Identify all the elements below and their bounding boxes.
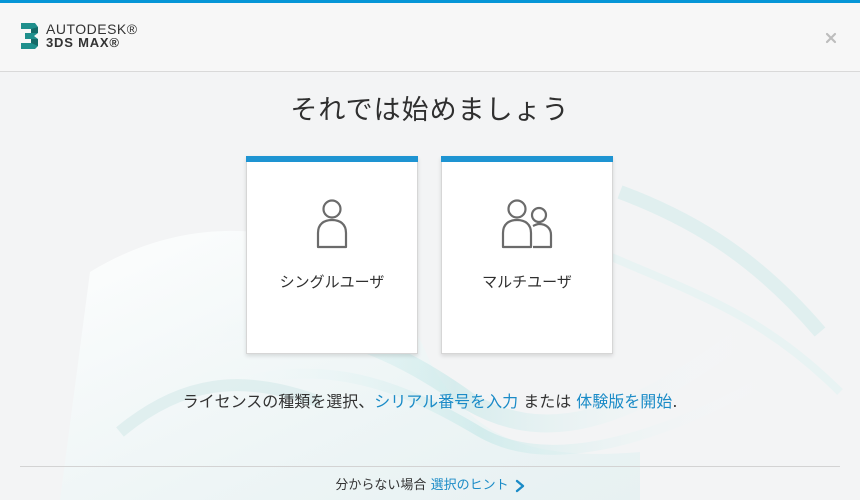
enter-serial-link[interactable]: シリアル番号を入力 [374,392,518,411]
page-title: それでは始めましょう [290,95,570,126]
single-user-icon [316,199,348,249]
selection-hint-link[interactable]: 選択のヒント [431,478,509,493]
close-icon[interactable] [824,31,838,45]
multi-user-label: マルチユーザ [482,273,572,291]
license-instructions: ライセンスの種類を選択、シリアル番号を入力 または 体験版を開始. [0,388,860,412]
start-trial-link[interactable]: 体験版を開始 [576,392,672,411]
multi-user-icon [501,199,553,249]
brand-name: AUTODESK® [46,21,138,37]
footer-divider [20,466,840,467]
footer-text: 分からない場合 [335,478,431,493]
footer: 分からない場合 選択のヒント [0,474,860,493]
single-user-label: シングルユーザ [279,273,385,291]
product-name: 3DS MAX® [46,35,120,50]
multi-user-card[interactable]: マルチユーザ [441,156,613,354]
single-user-card[interactable]: シングルユーザ [246,156,418,354]
chevron-right-icon[interactable] [515,479,525,493]
header: AUTODESK® 3DS MAX® [0,3,860,72]
instructions-prefix: ライセンスの種類を選択、 [182,392,375,411]
instructions-middle: または [518,392,577,411]
instructions-suffix: . [672,392,678,411]
3dsmax-logo-icon [21,23,38,49]
app-logo: AUTODESK® 3DS MAX® [18,21,138,51]
background-artwork [60,185,843,500]
